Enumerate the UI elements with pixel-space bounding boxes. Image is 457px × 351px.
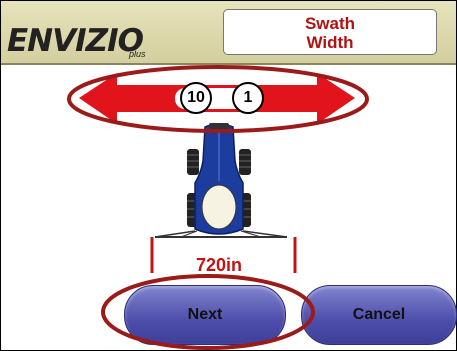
screen-frame: ENVIZIO plus Swath Width 10 1 720in Next… [0,0,457,351]
swath-width-value: 720in [195,255,243,275]
tractor-icon [154,123,288,238]
arrow-right-icon[interactable] [262,73,355,124]
width-adjust-arrows [79,73,355,124]
page-title: Swath Width [223,9,437,55]
envizio-logo: ENVIZIO [7,23,144,59]
page-title-line2: Width [306,33,354,52]
next-button[interactable]: Next [124,285,286,345]
decrement-10-button[interactable]: 10 [180,82,212,114]
arrow-left-icon[interactable] [79,73,172,124]
header-bar: ENVIZIO plus Swath Width [1,1,456,65]
cancel-button[interactable]: Cancel [301,285,457,345]
page-title-line1: Swath [304,14,356,33]
increment-1-button[interactable]: 1 [232,82,264,114]
envizio-logo-suffix: plus [129,49,146,59]
